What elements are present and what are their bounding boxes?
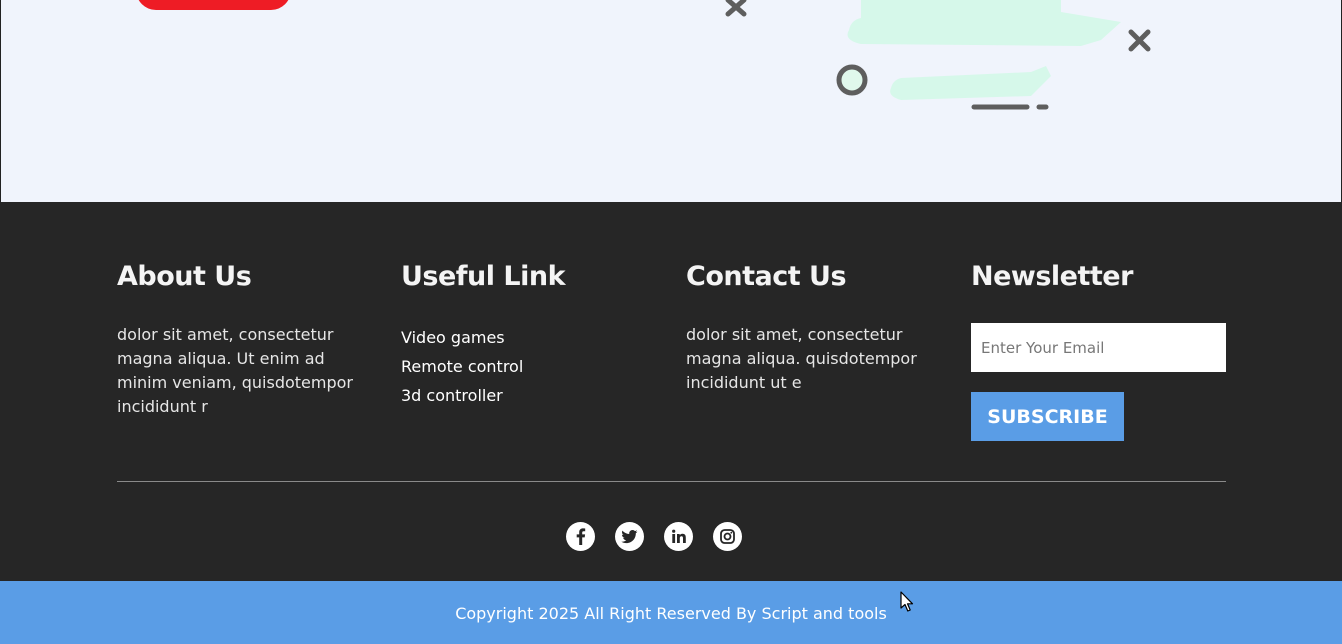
copyright-text: Copyright 2025 All Right Reserved By Scr… [455, 604, 887, 623]
linkedin-icon [672, 529, 686, 543]
email-input[interactable] [971, 323, 1226, 372]
link-video-games[interactable]: Video games [401, 323, 651, 352]
page: About Us dolor sit amet, consectetur mag… [0, 0, 1342, 644]
footer-about-column: About Us dolor sit amet, consectetur mag… [117, 260, 367, 419]
newsletter-heading: Newsletter [971, 261, 1133, 292]
facebook-icon [576, 528, 586, 545]
about-heading: About Us [117, 261, 252, 292]
useful-link-list: Video games Remote control 3d controller [401, 323, 651, 410]
mouse-cursor-icon [900, 591, 914, 612]
footer-contact-column: Contact Us dolor sit amet, consectetur m… [686, 260, 936, 395]
subscribe-button[interactable]: SUBSCRIBE [971, 392, 1124, 441]
facebook-link[interactable] [566, 522, 595, 551]
footer: About Us dolor sit amet, consectetur mag… [0, 202, 1342, 581]
contact-text: dolor sit amet, consectetur magna aliqua… [686, 325, 917, 392]
contact-heading: Contact Us [686, 261, 847, 292]
twitter-icon [621, 530, 638, 544]
footer-divider [117, 481, 1226, 482]
copyright-bar: Copyright 2025 All Right Reserved By Scr… [0, 581, 1342, 644]
footer-useful-link-column: Useful Link Video games Remote control 3… [401, 260, 651, 410]
linkedin-link[interactable] [664, 522, 693, 551]
social-links [566, 522, 742, 551]
twitter-link[interactable] [615, 522, 644, 551]
hero-cta-button[interactable] [136, 0, 291, 10]
useful-link-heading: Useful Link [401, 261, 566, 292]
instagram-icon [720, 529, 735, 544]
footer-newsletter-column: Newsletter SUBSCRIBE [971, 260, 1227, 441]
instagram-link[interactable] [713, 522, 742, 551]
hero-section [0, 0, 1342, 202]
about-text: dolor sit amet, consectetur magna aliqua… [117, 325, 353, 416]
hero-decoration [725, 0, 1151, 110]
link-3d-controller[interactable]: 3d controller [401, 381, 651, 410]
link-remote-control[interactable]: Remote control [401, 352, 651, 381]
